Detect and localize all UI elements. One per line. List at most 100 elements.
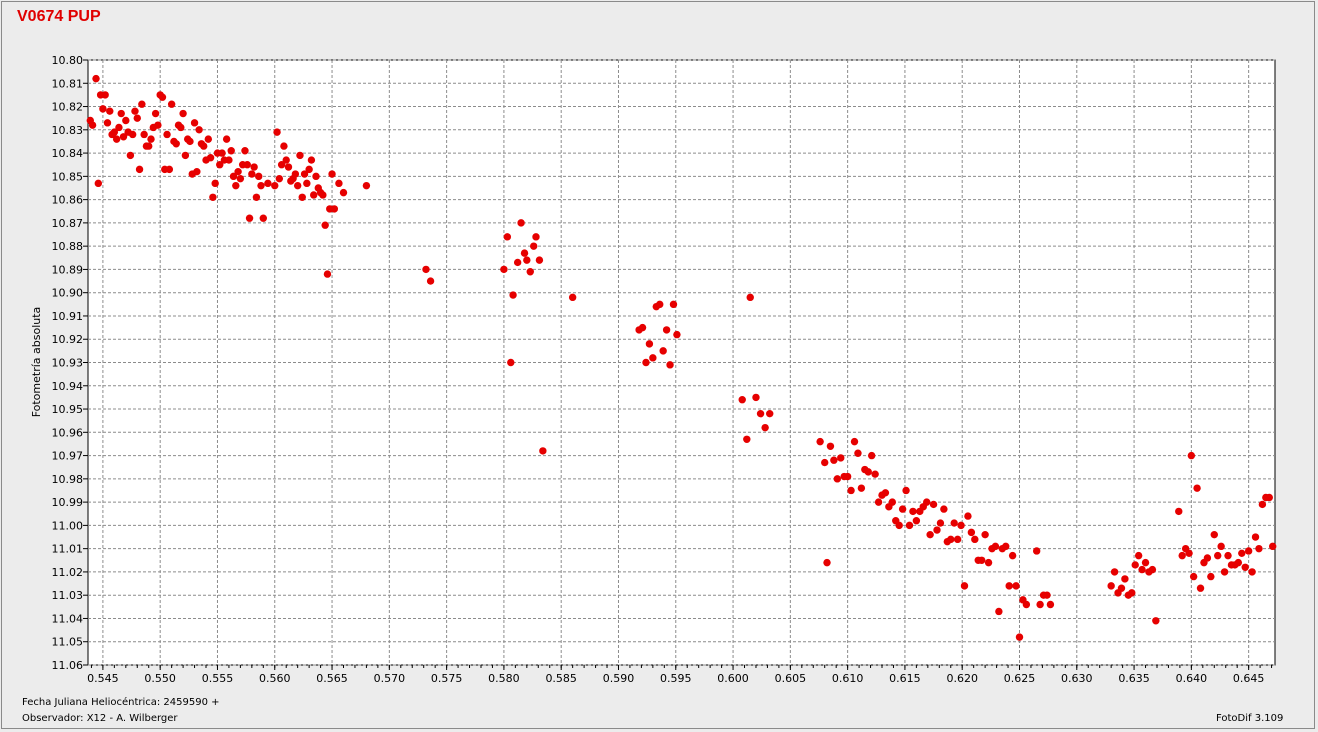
data-point: [1258, 500, 1267, 509]
y-axis-label: Fotometría absoluta: [30, 307, 43, 418]
data-point: [259, 214, 268, 222]
data-point: [971, 535, 979, 544]
x-axis: 0.545 0.550 0.555 0.560 0.565 0.570 0.575 0.580…: [87, 665, 1273, 685]
y-tick-label: 10.86: [52, 194, 84, 207]
data-point: [140, 130, 148, 139]
data-point: [1002, 542, 1010, 551]
data-point: [131, 107, 139, 115]
data-point: [513, 258, 522, 267]
data-point: [236, 174, 245, 183]
data-point: [426, 277, 435, 285]
data-point: [193, 167, 201, 176]
data-point: [126, 151, 135, 160]
data-point: [167, 100, 176, 108]
data-point: [1185, 549, 1193, 558]
data-point: [909, 507, 917, 516]
data-point: [310, 191, 318, 199]
x-tick-label: 0.625: [1004, 672, 1036, 685]
data-point: [252, 193, 261, 201]
data-point: [209, 193, 217, 201]
data-point: [204, 135, 213, 143]
y-tick-label: 10.90: [52, 287, 84, 300]
data-point: [321, 221, 329, 229]
data-point: [905, 521, 914, 530]
data-point: [88, 121, 97, 129]
data-point: [1251, 533, 1260, 541]
data-point: [165, 165, 174, 174]
data-point: [957, 521, 965, 530]
data-point: [830, 456, 838, 464]
x-tick-label: 0.590: [603, 672, 635, 685]
x-tick-label: 0.550: [144, 672, 176, 685]
data-point: [1152, 617, 1160, 625]
data-point: [1012, 582, 1020, 590]
data-point: [912, 517, 921, 525]
data-point: [645, 340, 654, 348]
data-point: [752, 393, 760, 402]
data-point: [99, 105, 107, 113]
x-tick-label: 0.640: [1176, 672, 1208, 685]
data-point: [837, 454, 845, 462]
data-point: [981, 530, 989, 539]
plot-background: [88, 60, 1275, 665]
data-point: [666, 361, 674, 369]
data-point: [1178, 551, 1186, 560]
y-tick-label: 10.84: [52, 147, 84, 160]
x-tick-label: 0.560: [259, 672, 291, 685]
data-point: [1220, 568, 1229, 576]
data-point: [535, 256, 544, 264]
data-point: [234, 167, 242, 176]
data-point: [1107, 582, 1115, 590]
data-point: [539, 447, 547, 455]
data-point: [874, 498, 883, 506]
data-point: [1005, 582, 1013, 590]
data-point: [243, 161, 251, 169]
data-point: [133, 114, 141, 122]
data-point: [523, 256, 531, 264]
y-tick-label: 10.83: [52, 124, 84, 137]
data-point: [335, 179, 343, 188]
data-point: [94, 179, 103, 188]
data-point: [743, 435, 751, 443]
x-tick-label: 0.565: [316, 672, 348, 685]
data-point: [1175, 507, 1183, 516]
y-tick-label: 11.05: [52, 636, 84, 649]
data-point: [273, 128, 281, 136]
data-point: [816, 437, 824, 446]
data-point: [503, 233, 512, 241]
data-point: [1196, 584, 1205, 592]
y-tick-label: 10.98: [52, 473, 84, 486]
data-point: [1265, 493, 1273, 502]
data-point: [298, 193, 306, 201]
y-tick-label: 10.99: [52, 496, 84, 509]
data-point: [145, 142, 153, 150]
data-point: [926, 530, 934, 539]
data-point: [673, 330, 681, 339]
x-tick-label: 0.545: [87, 672, 119, 685]
data-point: [296, 151, 304, 160]
data-point: [520, 249, 529, 257]
data-point: [902, 486, 910, 495]
x-tick-label: 0.615: [889, 672, 921, 685]
data-point: [867, 451, 876, 460]
data-point: [977, 556, 986, 564]
plot-area: [87, 59, 1276, 666]
data-point: [92, 74, 100, 83]
x-tick-label: 0.585: [545, 672, 577, 685]
data-point: [669, 300, 678, 309]
data-point: [312, 172, 320, 181]
data-point: [1193, 484, 1201, 492]
x-tick-label: 0.645: [1233, 672, 1265, 685]
data-point: [898, 505, 907, 513]
data-point: [1128, 589, 1136, 597]
data-point: [1187, 451, 1196, 460]
y-tick-label: 11.03: [52, 589, 84, 602]
data-point: [245, 214, 254, 222]
data-point: [1244, 547, 1253, 555]
data-point: [529, 242, 538, 250]
data-point: [857, 484, 866, 492]
scatter-chart: 0.545 0.550 0.555 0.560 0.565 0.570 0.575 0.580…: [30, 54, 1277, 685]
data-point: [323, 270, 332, 278]
data-point: [854, 449, 862, 457]
y-tick-label: 11.02: [52, 566, 84, 579]
